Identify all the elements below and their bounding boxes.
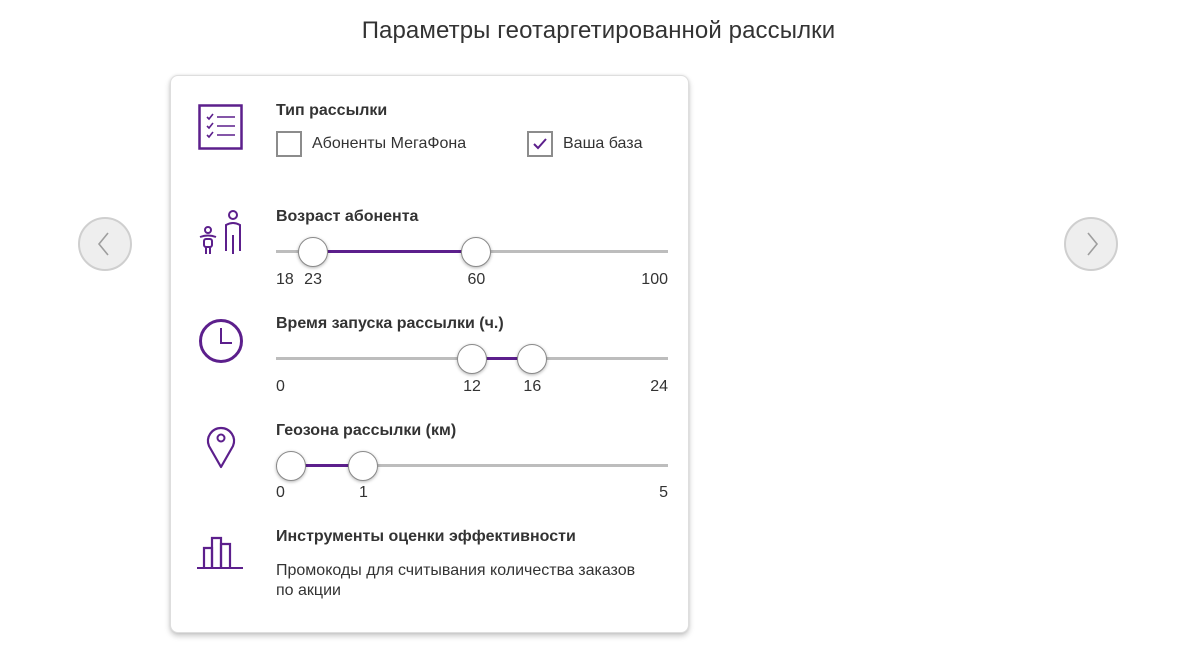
checkbox-your-base[interactable]: Ваша база <box>527 131 643 157</box>
chevron-left-icon <box>97 232 109 256</box>
checkbox-label: Ваша база <box>563 135 643 152</box>
launch-time-to-label: 16 <box>523 378 542 395</box>
age-label: Возраст абонента <box>276 208 419 225</box>
checklist-icon <box>198 104 243 150</box>
chevron-right-icon <box>1087 232 1099 256</box>
age-slider[interactable] <box>276 237 668 267</box>
launch-time-from-handle[interactable] <box>457 344 487 374</box>
checkmark-icon <box>533 138 547 150</box>
location-pin-icon <box>206 426 236 469</box>
age-from-label: 23 <box>304 271 322 288</box>
slider-range <box>313 250 477 253</box>
launch-time-from-label: 12 <box>463 378 481 395</box>
age-to-handle[interactable] <box>461 237 492 267</box>
parent-child-icon <box>199 210 241 254</box>
geozone-from-handle[interactable] <box>276 451 306 481</box>
launch-time-to-handle[interactable] <box>517 344 548 374</box>
checkbox-box[interactable] <box>276 131 302 157</box>
prev-button[interactable] <box>78 217 132 271</box>
geozone-max-label: 5 <box>659 484 668 501</box>
launch-time-slider[interactable] <box>276 344 668 374</box>
age-to-label: 60 <box>467 271 486 288</box>
bar-chart-icon <box>197 536 243 569</box>
mailing-type-label: Тип рассылки <box>276 102 388 119</box>
checkbox-label: Абоненты МегаФона <box>312 135 467 152</box>
age-max-label: 100 <box>641 271 668 288</box>
age-from-handle[interactable] <box>298 237 329 267</box>
geozone-min-label: 0 <box>276 484 285 501</box>
page-title: Параметры геотаргетированной рассылки <box>361 17 836 44</box>
tools-description: Промокоды для считывания количества зака… <box>276 562 636 599</box>
geozone-label: Геозона рассылки (км) <box>276 422 457 439</box>
next-button[interactable] <box>1064 217 1118 271</box>
launch-time-min-label: 0 <box>276 378 285 395</box>
geozone-slider[interactable] <box>276 451 668 481</box>
tools-label: Инструменты оценки эффективности <box>276 528 576 545</box>
geozone-to-label: 1 <box>358 484 368 501</box>
geozone-to-handle[interactable] <box>348 451 379 481</box>
settings-card: Тип рассылки Абоненты МегаФона Ваша база… <box>170 75 689 633</box>
checkbox-box[interactable] <box>527 131 553 157</box>
launch-time-max-label: 24 <box>650 378 668 395</box>
launch-time-label: Время запуска рассылки (ч.) <box>276 315 504 332</box>
clock-icon <box>199 319 243 363</box>
checkbox-megafon-subscribers[interactable]: Абоненты МегаФона <box>276 131 466 157</box>
age-min-label: 18 <box>276 271 294 288</box>
